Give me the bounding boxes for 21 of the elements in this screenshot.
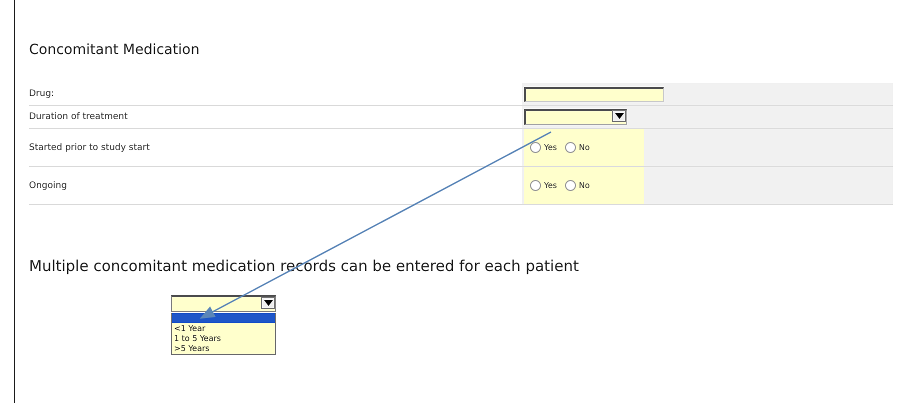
dropdown-option[interactable]: <1 Year [172, 324, 275, 334]
input-field[interactable] [524, 86, 664, 102]
radio-label: No [578, 181, 590, 190]
field-label: Drug: [29, 88, 56, 101]
dropdown-arrow-icon[interactable] [612, 110, 626, 122]
field-label: Started prior to study start [29, 142, 151, 154]
radio-button[interactable] [564, 142, 576, 153]
radio-button[interactable] [530, 180, 541, 191]
dropdown-option[interactable]: 1 to 5 Years [172, 334, 275, 344]
radio-button[interactable] [530, 142, 541, 153]
select-field[interactable] [524, 109, 627, 125]
radio-label: Yes [544, 181, 557, 190]
radio-label: No [578, 143, 590, 152]
field-label: Ongoing [29, 180, 68, 192]
radio-label: Yes [544, 143, 557, 152]
select-field[interactable] [171, 295, 276, 312]
field-label: Duration of treatment [29, 111, 129, 124]
dropdown-option[interactable]: >5 Years [172, 344, 275, 354]
radio-button[interactable] [564, 180, 576, 191]
section-title: Concomitant Medication [29, 42, 200, 58]
dropdown-arrow-icon[interactable] [261, 297, 275, 309]
